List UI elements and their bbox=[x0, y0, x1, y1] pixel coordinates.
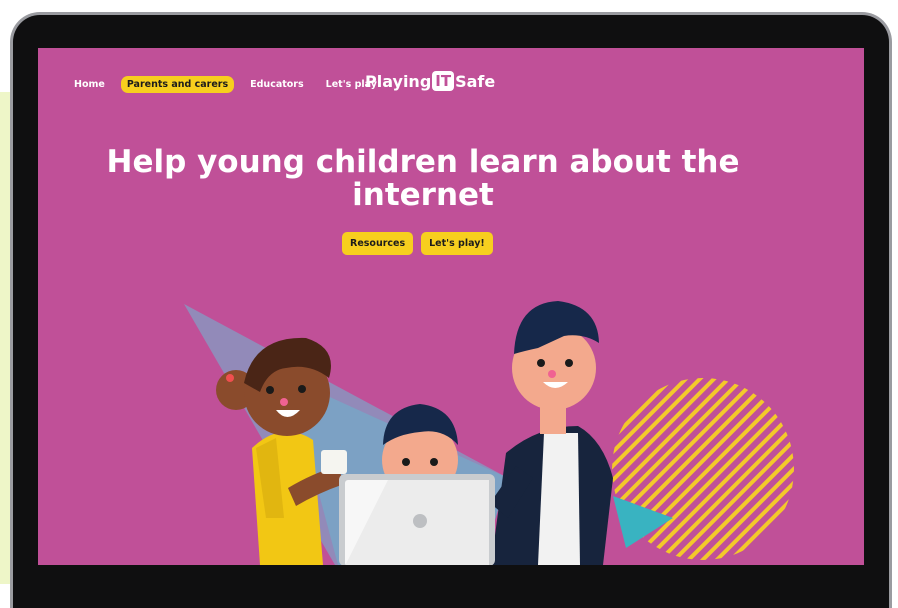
man-figure bbox=[490, 301, 613, 565]
laptop-illustration bbox=[339, 474, 495, 565]
website-screen: Home Parents and carers Educators Let's … bbox=[38, 48, 864, 565]
hero-illustration bbox=[184, 301, 794, 565]
